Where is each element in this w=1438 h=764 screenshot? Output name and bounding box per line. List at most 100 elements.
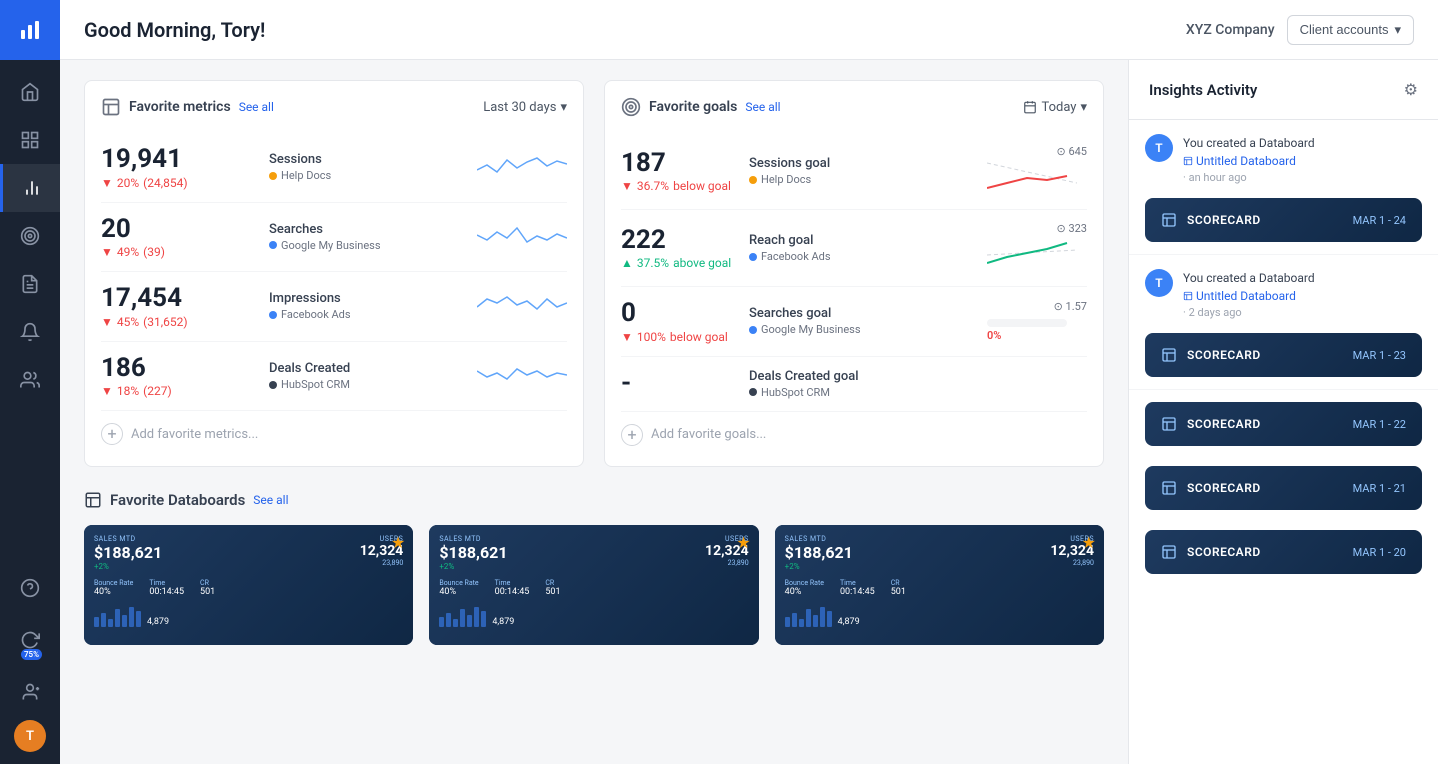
db-stat: Bounce Rate40%: [785, 579, 824, 597]
updates-icon: [20, 630, 40, 650]
databoard-card[interactable]: ★ SALES MTD $188,621 +2% USERS 12,324: [429, 525, 758, 645]
goals-filter[interactable]: Today ▾: [1023, 100, 1087, 115]
goal-progress-text: 0%: [987, 329, 1087, 342]
metric-change: ▼ 18% (227): [101, 384, 261, 398]
scorecard-card[interactable]: SCORECARD MAR 1 - 22: [1145, 402, 1422, 446]
databoards-section: Favorite Databoards See all ★ SALES MTD …: [84, 491, 1104, 645]
db-visits: 23,890: [705, 559, 749, 567]
scorecard-spacer: [1129, 522, 1438, 530]
goals-see-all-link[interactable]: See all: [745, 100, 780, 114]
db-bar: [136, 611, 141, 627]
db-main-value: $188,621: [94, 543, 162, 562]
goal-source-name: Google My Business: [761, 323, 861, 336]
goal-source: Facebook Ads: [749, 250, 979, 263]
metric-change-pct: 20%: [117, 176, 139, 190]
sparkline-searches: [477, 220, 567, 250]
db-bars: 4,879: [94, 605, 403, 627]
activity-content: You created a Databoard Untitled Databoa…: [1183, 134, 1422, 184]
goal-value-group: 222 ▲ 37.5% above goal: [621, 226, 741, 271]
sidebar-bottom: 75% T: [14, 564, 46, 764]
goal-label: Sessions goal: [749, 156, 979, 171]
down-arrow-icon: ▼: [101, 315, 113, 329]
db-main-value: $188,621: [785, 543, 853, 562]
activity-text: You created a Databoard Untitled Databoa…: [1183, 269, 1422, 306]
databoard-card[interactable]: ★ SALES MTD $188,621 +2% USERS 12,324: [775, 525, 1104, 645]
metrics-filter[interactable]: Last 30 days ▾: [483, 100, 567, 115]
db-visits: 23,890: [1050, 559, 1094, 567]
sidebar-item-help[interactable]: [14, 564, 46, 612]
db-bar: [813, 615, 818, 627]
metric-source: Help Docs: [269, 169, 469, 182]
sidebar-item-reports[interactable]: [0, 260, 60, 308]
company-name: XYZ Company: [1186, 22, 1275, 38]
activity-time: · 2 days ago: [1183, 306, 1422, 319]
scorecard-left: SCORECARD: [1161, 544, 1261, 560]
sidebar-item-user-management[interactable]: [14, 668, 46, 716]
metric-change: ▼ 49% (39): [101, 245, 261, 259]
sidebar-item-numbers[interactable]: [0, 116, 60, 164]
bell-icon: [20, 322, 40, 342]
sparkline-sessions: [477, 150, 567, 180]
add-metric-row[interactable]: + Add favorite metrics...: [101, 411, 567, 449]
sidebar-nav: [0, 60, 60, 564]
scorecard-card[interactable]: SCORECARD MAR 1 - 21: [1145, 466, 1422, 510]
scorecard-icon: [1161, 212, 1177, 228]
goal-change-pct: 37.5%: [637, 256, 669, 270]
metric-change-abs: (24,854): [143, 176, 187, 190]
scorecard-date: MAR 1 - 23: [1353, 349, 1406, 362]
metrics-panel-header: Favorite metrics See all Last 30 days ▾: [101, 97, 567, 117]
databoard-inner: ★ SALES MTD $188,621 +2% USERS 12,324: [84, 525, 413, 645]
sidebar-item-updates[interactable]: 75%: [14, 616, 46, 664]
scorecard-icon: [1161, 347, 1177, 363]
goal-value: -: [621, 369, 741, 398]
sidebar-item-team[interactable]: [0, 356, 60, 404]
databoard-card[interactable]: ★ SALES MTD $188,621 +2% USERS 12,324: [84, 525, 413, 645]
home-icon: [20, 82, 40, 102]
sidebar-item-notifications[interactable]: [0, 308, 60, 356]
databoard-header-row: SALES MTD $188,621 +2% USERS 12,324 23,8…: [439, 535, 748, 571]
db-sales-label: SALES MTD: [94, 535, 162, 543]
db-visits: 23,890: [360, 559, 404, 567]
analytics-icon: [22, 178, 42, 198]
add-goal-label: Add favorite goals...: [651, 427, 766, 442]
goal-source-name: Facebook Ads: [761, 250, 831, 263]
metrics-see-all-link[interactable]: See all: [239, 100, 274, 114]
filter-icon[interactable]: ⚙: [1404, 80, 1418, 99]
target-icon: [621, 97, 641, 117]
user-avatar[interactable]: T: [14, 720, 46, 752]
sidebar-item-goals[interactable]: [0, 212, 60, 260]
source-dot: [749, 326, 757, 334]
db-bar: [474, 607, 479, 627]
db-bar: [129, 607, 134, 627]
activity-avatar: T: [1145, 134, 1173, 162]
down-arrow-icon: ▼: [101, 384, 113, 398]
goal-change: ▼ 36.7% below goal: [621, 179, 741, 193]
header: Good Morning, Tory! XYZ Company Client a…: [60, 0, 1438, 60]
updates-badge: 75%: [21, 649, 42, 660]
source-dot: [269, 241, 277, 249]
bar-chart-icon: [101, 97, 121, 117]
goal-change-text: above goal: [673, 256, 731, 270]
goal-change: ▲ 37.5% above goal: [621, 256, 741, 270]
db-bars: 4,879: [785, 605, 1094, 627]
logo[interactable]: [0, 0, 60, 60]
sidebar-item-analytics[interactable]: [0, 164, 60, 212]
db-bar: [439, 617, 444, 627]
sidebar-item-home[interactable]: [0, 68, 60, 116]
source-dot: [269, 172, 277, 180]
scorecard-card[interactable]: SCORECARD MAR 1 - 24: [1145, 198, 1422, 242]
scorecard-card[interactable]: SCORECARD MAR 1 - 20: [1145, 530, 1422, 574]
activity-link-text[interactable]: Untitled Databoard: [1196, 152, 1296, 170]
metric-row: 186 ▼ 18% (227) Deals Created HubS: [101, 342, 567, 412]
activity-item: T You created a Databoard Untitled Datab…: [1129, 255, 1438, 333]
insights-panel-header: Insights Activity ⚙: [1129, 60, 1438, 120]
scorecard-card[interactable]: SCORECARD MAR 1 - 23: [1145, 333, 1422, 377]
client-accounts-button[interactable]: Client accounts ▾: [1287, 15, 1414, 45]
scorecard-date: MAR 1 - 24: [1353, 214, 1406, 227]
databoards-see-all-link[interactable]: See all: [253, 493, 288, 507]
scorecard-date: MAR 1 - 22: [1353, 418, 1406, 431]
add-goal-row[interactable]: + Add favorite goals...: [621, 412, 1087, 450]
sidebar: 75% T: [0, 0, 60, 764]
activity-link-text[interactable]: Untitled Databoard: [1196, 287, 1296, 305]
chevron-down-icon: ▾: [1394, 22, 1401, 38]
